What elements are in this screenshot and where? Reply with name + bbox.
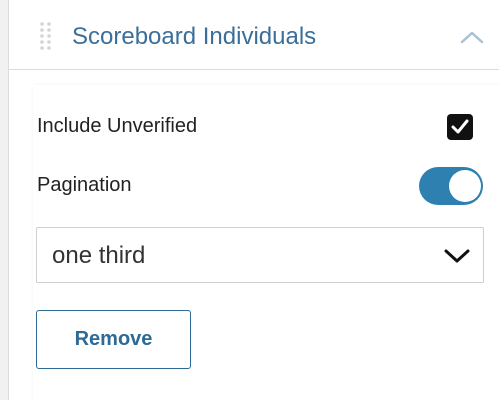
size-select-value: one third <box>52 242 146 269</box>
panel-body: Include Unverified Pagination one third … <box>33 85 499 400</box>
pagination-label: Pagination <box>37 174 132 196</box>
pagination-toggle[interactable] <box>419 167 483 205</box>
scoreboard-individuals-panel: Scoreboard Individuals Include Unverifie… <box>8 0 499 400</box>
chevron-down-icon <box>444 249 470 263</box>
drag-handle-icon[interactable] <box>40 22 52 50</box>
include-unverified-checkbox[interactable] <box>447 114 473 140</box>
toggle-knob <box>449 170 481 202</box>
remove-button[interactable]: Remove <box>36 310 191 369</box>
panel-title: Scoreboard Individuals <box>72 23 317 50</box>
chevron-up-icon[interactable] <box>459 28 485 46</box>
size-select[interactable]: one third <box>36 227 484 283</box>
checkmark-icon <box>451 119 469 134</box>
panel-header[interactable]: Scoreboard Individuals <box>9 0 499 70</box>
include-unverified-label: Include Unverified <box>37 115 198 137</box>
